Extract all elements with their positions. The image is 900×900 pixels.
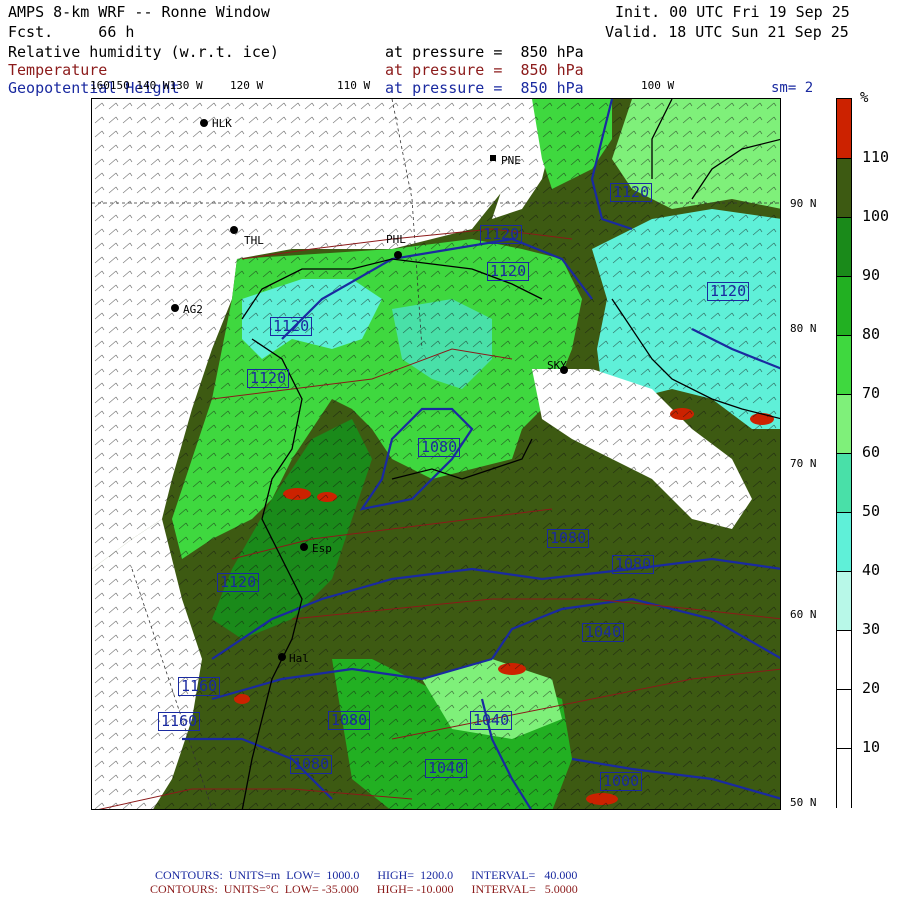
station-pne: PNE [501,154,521,167]
station-hlk: HLK [212,117,232,130]
model-title: AMPS 8-km WRF -- Ronne Window [8,3,270,21]
field-temp-name: Temperature [8,61,108,79]
colorbar-label: 40 [862,561,881,579]
colorbar-segment [837,276,851,337]
station-sky: SKY [547,359,567,372]
height-label: 1120 [270,317,313,336]
height-label: 1080 [547,529,590,548]
colorbar-segment [837,689,851,750]
field-height-level: at pressure = 850 hPa [385,79,584,97]
lat-label-50: 50 N [790,796,817,809]
colorbar-segment [837,335,851,396]
colorbar-label: 50 [862,502,881,520]
colorbar-segment [837,571,851,632]
colorbar-segment [837,630,851,691]
height-label: 1080 [612,555,655,574]
height-label: 1120 [480,225,523,244]
height-label: 1120 [487,262,530,281]
field-temp-level: at pressure = 850 hPa [385,61,584,79]
colorbar-label: 10 [862,738,881,756]
field-rh-level: at pressure = 850 hPa [385,43,584,61]
station-ag2: AG2 [183,303,203,316]
height-label: 1120 [217,573,260,592]
height-label: 1040 [582,623,625,642]
map-panel[interactable]: HLK PNE THL PHL AG2 SKY Esp Hal 1120 112… [91,98,781,810]
height-label: 1080 [418,438,461,457]
lat-label-60: 60 N [790,608,817,621]
colorbar-label: 90 [862,266,881,284]
lon-label-120: 120 W [230,79,264,92]
footer-height-contours: CONTOURS: UNITS=m LOW= 1000.0 HIGH= 1200… [155,868,578,882]
colorbar-segment [837,217,851,278]
colorbar-label: 100 [862,207,890,225]
colorbar-unit: % [860,90,869,106]
colorbar-segment [837,158,851,219]
colorbar-label: 30 [862,620,881,638]
colorbar-segment [837,99,851,159]
colorbar-segment [837,748,851,809]
height-label: 1120 [610,183,653,202]
height-label: 1040 [470,711,513,730]
station-phl: PHL [386,233,406,246]
colorbar-label: 60 [862,443,881,461]
forecast-hour: Fcst. 66 h [8,23,135,41]
colorbar [836,98,852,809]
height-label: 1080 [328,711,371,730]
init-time: Init. 00 UTC Fri 19 Sep 25 [615,3,850,21]
footer-temp-contours: CONTOURS: UNITS=°C LOW= -35.000 HIGH= -1… [150,882,578,896]
colorbar-label: 70 [862,384,881,402]
station-hal: Hal [289,652,309,665]
lat-label-90: 90 N [790,197,817,210]
valid-time: Valid. 18 UTC Sun 21 Sep 25 [605,23,849,41]
station-esp: Esp [312,542,332,555]
colorbar-segment [837,453,851,514]
height-label: 1080 [290,755,333,774]
height-label: 1000 [600,772,643,791]
height-label: 1120 [247,369,290,388]
station-thl: THL [244,234,264,247]
lat-label-80: 80 N [790,322,817,335]
lat-label-70: 70 N [790,457,817,470]
height-label: 1160 [178,677,221,696]
colorbar-label: 80 [862,325,881,343]
colorbar-label: 110 [862,148,890,166]
smoothing-label: sm= 2 [771,80,814,96]
lon-label-110: 110 W [337,79,371,92]
lon-label-100: 100 W [641,79,675,92]
colorbar-label: 20 [862,679,881,697]
height-label: 1160 [158,712,201,731]
lon-label-160-130: 160150 140 W130 W [90,79,203,92]
height-label: 1120 [707,282,750,301]
field-rh-name: Relative humidity (w.r.t. ice) [8,43,279,61]
height-label: 1040 [425,759,468,778]
colorbar-segment [837,394,851,455]
colorbar-segment [837,512,851,573]
